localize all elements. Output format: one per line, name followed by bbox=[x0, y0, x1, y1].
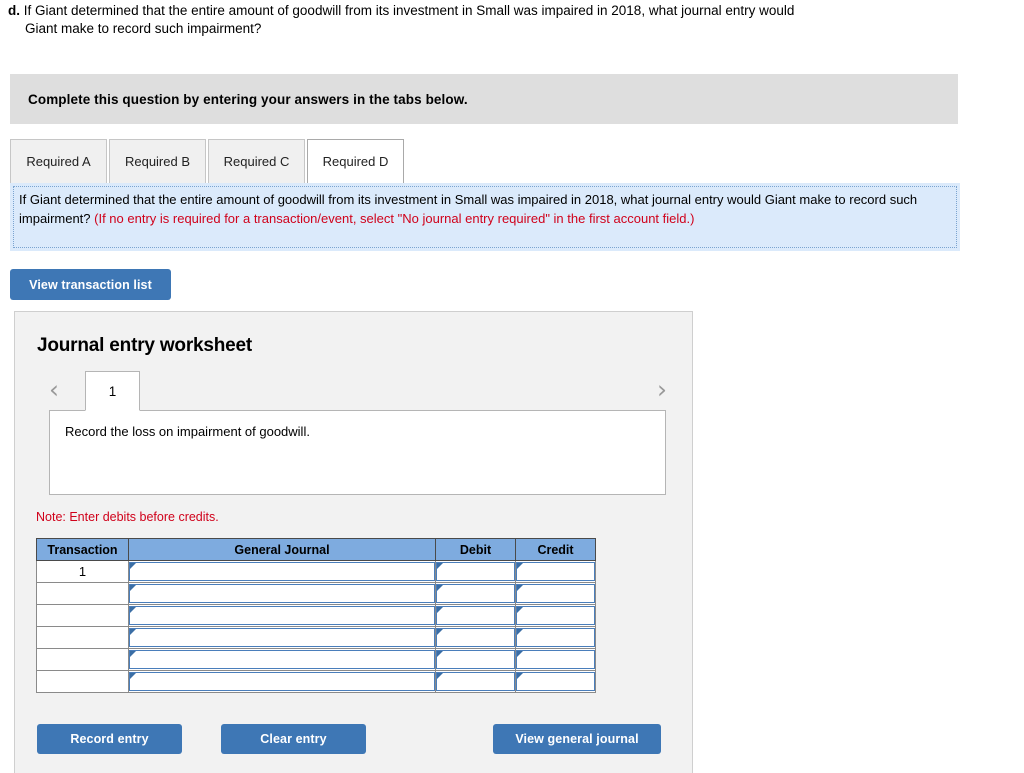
table-header-row: Transaction General Journal Debit Credit bbox=[36, 538, 596, 561]
table-row bbox=[36, 670, 596, 693]
cell-debit[interactable] bbox=[435, 648, 516, 671]
transaction-description-text: Record the loss on impairment of goodwil… bbox=[65, 424, 310, 439]
cell-credit[interactable] bbox=[515, 670, 596, 693]
account-select[interactable] bbox=[129, 562, 435, 581]
transaction-description-box: Record the loss on impairment of goodwil… bbox=[49, 410, 666, 495]
tab-required-d[interactable]: Required D bbox=[307, 139, 404, 183]
credit-input[interactable] bbox=[516, 650, 595, 669]
cell-general-journal[interactable] bbox=[128, 648, 436, 671]
tab-required-d-label: Required D bbox=[322, 154, 389, 169]
cell-debit[interactable] bbox=[435, 560, 516, 583]
debit-input[interactable] bbox=[436, 562, 515, 581]
tab-required-a-label: Required A bbox=[26, 154, 91, 169]
credit-input[interactable] bbox=[516, 606, 595, 625]
chevron-left-icon[interactable]: ‹ bbox=[41, 375, 67, 405]
debit-input[interactable] bbox=[436, 606, 515, 625]
tab-required-c[interactable]: Required C bbox=[208, 139, 305, 183]
question-letter: d. bbox=[8, 3, 20, 18]
journal-entry-worksheet-panel: Journal entry worksheet ‹ 1 › Record the… bbox=[14, 311, 693, 773]
record-entry-button[interactable]: Record entry bbox=[37, 724, 182, 754]
worksheet-pager: ‹ 1 › bbox=[31, 371, 679, 411]
cell-transaction bbox=[36, 582, 129, 605]
account-select[interactable] bbox=[129, 628, 435, 647]
page-tab-1-label: 1 bbox=[108, 383, 117, 399]
table-row bbox=[36, 604, 596, 627]
view-transaction-list-button[interactable]: View transaction list bbox=[10, 269, 171, 300]
clear-entry-button[interactable]: Clear entry bbox=[221, 724, 366, 754]
journal-entry-table: Transaction General Journal Debit Credit… bbox=[36, 538, 596, 693]
instruction-bar-text: Complete this question by entering your … bbox=[28, 91, 468, 107]
credit-input[interactable] bbox=[516, 672, 595, 691]
cell-transaction bbox=[36, 670, 129, 693]
table-row bbox=[36, 648, 596, 671]
tab-required-b-label: Required B bbox=[124, 154, 191, 169]
table-row bbox=[36, 582, 596, 605]
cell-credit[interactable] bbox=[515, 560, 596, 583]
column-header-debit: Debit bbox=[435, 538, 516, 561]
instruction-bar: Complete this question by entering your … bbox=[10, 74, 958, 124]
requirement-panel-inner: If Giant determined that the entire amou… bbox=[13, 186, 957, 248]
cell-debit[interactable] bbox=[435, 670, 516, 693]
debit-input[interactable] bbox=[436, 672, 515, 691]
cell-transaction bbox=[36, 604, 129, 627]
question-text-line1: If Giant determined that the entire amou… bbox=[23, 3, 795, 18]
cell-credit[interactable] bbox=[515, 582, 596, 605]
cell-general-journal[interactable] bbox=[128, 670, 436, 693]
cell-transaction bbox=[36, 626, 129, 649]
cell-general-journal[interactable] bbox=[128, 626, 436, 649]
cell-credit[interactable] bbox=[515, 648, 596, 671]
cell-credit[interactable] bbox=[515, 626, 596, 649]
cell-debit[interactable] bbox=[435, 626, 516, 649]
requirement-tabs: Required A Required B Required C Require… bbox=[10, 139, 406, 183]
debit-input[interactable] bbox=[436, 584, 515, 603]
tab-required-c-label: Required C bbox=[223, 154, 290, 169]
account-select[interactable] bbox=[129, 584, 435, 603]
tab-required-a[interactable]: Required A bbox=[10, 139, 107, 183]
cell-general-journal[interactable] bbox=[128, 604, 436, 627]
view-general-journal-button[interactable]: View general journal bbox=[493, 724, 661, 754]
cell-general-journal[interactable] bbox=[128, 582, 436, 605]
account-select[interactable] bbox=[129, 606, 435, 625]
page-tab-1[interactable]: 1 bbox=[85, 371, 140, 411]
requirement-note-red: (If no entry is required for a transacti… bbox=[94, 210, 695, 226]
requirement-panel: If Giant determined that the entire amou… bbox=[10, 183, 960, 251]
cell-transaction: 1 bbox=[36, 560, 129, 583]
cell-debit[interactable] bbox=[435, 604, 516, 627]
tab-required-b[interactable]: Required B bbox=[109, 139, 206, 183]
credit-input[interactable] bbox=[516, 562, 595, 581]
table-row bbox=[36, 626, 596, 649]
credit-input[interactable] bbox=[516, 628, 595, 647]
table-row: 1 bbox=[36, 560, 596, 583]
cell-credit[interactable] bbox=[515, 604, 596, 627]
column-header-credit: Credit bbox=[515, 538, 596, 561]
cell-general-journal[interactable] bbox=[128, 560, 436, 583]
question-prompt: d. If Giant determined that the entire a… bbox=[8, 2, 1008, 38]
account-select[interactable] bbox=[129, 672, 435, 691]
cell-transaction bbox=[36, 648, 129, 671]
question-text-line2: Giant make to record such impairment? bbox=[25, 21, 262, 36]
cell-debit[interactable] bbox=[435, 582, 516, 605]
credit-input[interactable] bbox=[516, 584, 595, 603]
worksheet-title: Journal entry worksheet bbox=[37, 335, 253, 356]
chevron-right-icon[interactable]: › bbox=[649, 375, 675, 405]
column-header-general-journal: General Journal bbox=[128, 538, 436, 561]
debit-input[interactable] bbox=[436, 628, 515, 647]
debits-before-credits-note: Note: Enter debits before credits. bbox=[36, 510, 219, 524]
column-header-transaction: Transaction bbox=[36, 538, 129, 561]
debit-input[interactable] bbox=[436, 650, 515, 669]
account-select[interactable] bbox=[129, 650, 435, 669]
